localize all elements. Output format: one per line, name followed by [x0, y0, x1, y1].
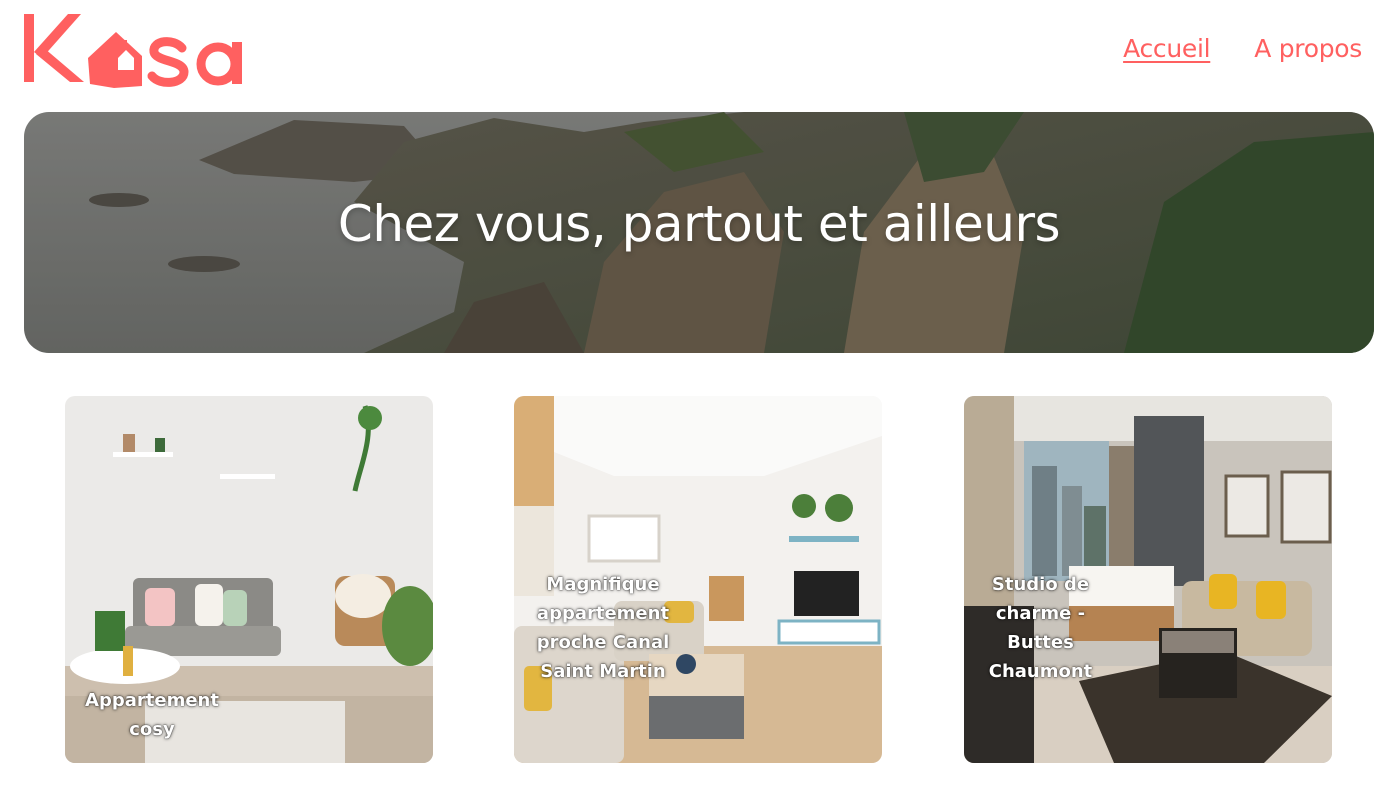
listing-title: Studio de charme - Buttes Chaumont	[988, 574, 1093, 682]
listing-card[interactable]: Studio de charme - Buttes Chaumont	[964, 396, 1332, 763]
banner-title: Chez vous, partout et ailleurs	[337, 195, 1061, 253]
kasa-logo[interactable]	[22, 8, 254, 90]
main-nav: Accueil A propos	[1123, 34, 1362, 63]
nav-link-accueil[interactable]: Accueil	[1123, 34, 1210, 63]
listing-card[interactable]: Magnifique appartement proche Canal Sain…	[514, 396, 882, 763]
nav-link-a-propos[interactable]: A propos	[1254, 34, 1362, 63]
listing-card[interactable]: Appartement cosy	[65, 396, 433, 763]
hero-banner: Chez vous, partout et ailleurs	[24, 112, 1374, 353]
listing-title: Appartement cosy	[85, 690, 219, 740]
listing-title: Magnifique appartement proche Canal Sain…	[536, 574, 670, 682]
